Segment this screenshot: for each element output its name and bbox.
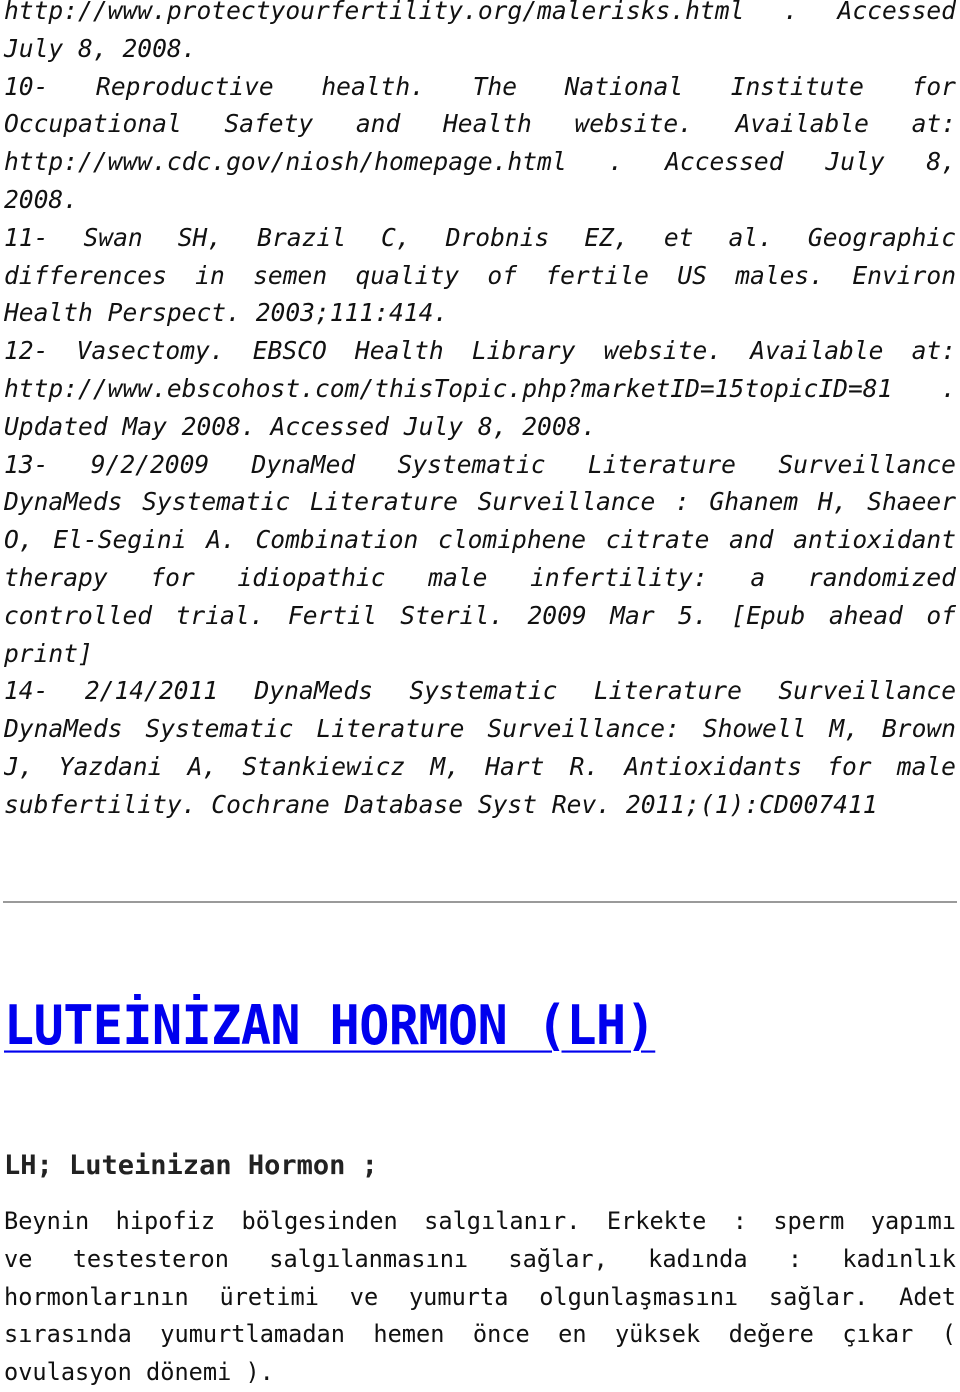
article-body: Beynin hipofiz bölgesinden salgılanır. E… [4,1203,956,1392]
article-subtitle: LH; Luteinizan Hormon ; [4,1150,378,1181]
body-line: ovulasyon dönemi ). [4,1358,274,1387]
body-line: hormonlarının üretimi ve yumurta olgunla… [4,1282,956,1311]
reference-line: Occupational Safety and Health website. … [4,109,956,139]
reference-line: http://www.cdc.gov/niosh/homepage.html .… [4,147,956,177]
reference-line: print] [4,638,93,668]
horizontal-divider [3,901,957,903]
reference-line: J, Yazdani A, Stankiewicz M, Hart R. Ant… [4,751,956,781]
reference-line: 11- Swan SH, Brazil C, Drobnis EZ, et al… [4,222,956,252]
reference-line: controlled trial. Fertil Steril. 2009 Ma… [4,600,956,630]
reference-line: Updated May 2008. Accessed July 8, 2008. [4,411,597,441]
body-line: Beynin hipofiz bölgesinden salgılanır. E… [4,1207,956,1235]
reference-line: O, El-Segini A. Combination clomiphene c… [4,525,956,555]
reference-line: DynaMeds Systematic Literature Surveilla… [4,714,956,744]
reference-line: DynaMeds Systematic Literature Surveilla… [4,487,956,517]
reference-line: 12- Vasectomy. EBSCO Health Library webs… [4,336,956,366]
references-list: http://www.protectyourfertility.org/male… [4,0,956,824]
reference-line: http://www.ebscohost.com/thisTopic.php?m… [4,373,956,403]
article-title-link[interactable]: LUTEİNİZAN HORMON (LH) [4,990,656,1061]
reference-line: subfertility. Cochrane Database Syst Rev… [4,789,878,819]
body-line: ve testesteron salgılanmasını sağlar, ka… [4,1244,956,1273]
body-line: sırasında yumurtlamadan hemen önce en yü… [4,1320,956,1349]
reference-line: differences in semen quality of fertile … [4,260,956,290]
reference-line: therapy for idiopathic male infertility:… [4,562,956,592]
reference-line: Health Perspect. 2003;111:414. [4,298,449,328]
reference-line: July 8, 2008. [4,33,197,63]
reference-line: 10- Reproductive health. The National In… [4,71,956,101]
reference-line: 14- 2/14/2011 DynaMeds Systematic Litera… [4,676,956,706]
reference-line: 2008. [4,184,79,214]
reference-line: http://www.protectyourfertility.org/male… [4,0,956,25]
reference-line: 13- 9/2/2009 DynaMed Systematic Literatu… [4,449,956,479]
